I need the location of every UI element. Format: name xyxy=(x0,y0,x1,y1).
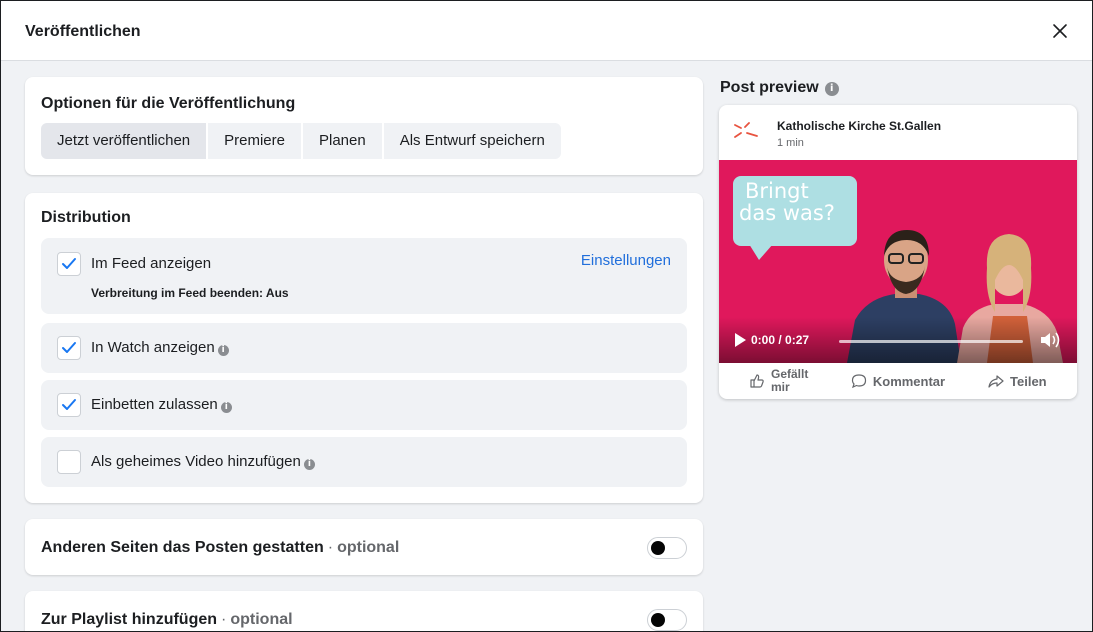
publish-options-card: Optionen für die Veröffentlichung Jetzt … xyxy=(25,77,703,175)
bubble-line-1: Bringt xyxy=(745,179,809,203)
watch-checkbox[interactable] xyxy=(57,336,81,360)
toggle-knob xyxy=(651,541,665,555)
separator-dot: · xyxy=(327,539,334,556)
playlist-card: Zur Playlist hinzufügen · optional xyxy=(25,591,703,631)
publish-dialog: Veröffentlichen Optionen für die Veröffe… xyxy=(0,0,1093,632)
video-time: 0:00 / 0:27 xyxy=(751,333,810,347)
embed-option: Einbetten zulassen i xyxy=(41,380,687,430)
page-name[interactable]: Katholische Kirche St.Gallen xyxy=(777,119,941,133)
like-icon xyxy=(750,374,764,388)
tab-save-draft[interactable]: Als Entwurf speichern xyxy=(383,123,561,159)
check-icon xyxy=(62,342,76,353)
distribution-card: Distribution Im Feed anzeigen Einstellun… xyxy=(25,193,703,503)
video-player[interactable]: Bringt das was? 0:00 / 0:27 xyxy=(719,160,1077,363)
close-button[interactable] xyxy=(1048,19,1072,43)
like-label-line-2: mir xyxy=(770,380,790,394)
page-logo xyxy=(734,122,758,138)
feed-label: Im Feed anzeigen xyxy=(91,255,212,272)
comment-button[interactable]: Kommentar xyxy=(838,363,957,399)
tab-publish-now[interactable]: Jetzt veröffentlichen xyxy=(41,123,207,159)
info-icon[interactable]: i xyxy=(303,459,315,470)
optional-label: optional xyxy=(337,539,400,556)
other-pages-title: Anderen Seiten das Posten gestatten xyxy=(41,539,324,556)
playlist-title-row: Zur Playlist hinzufügen · optional xyxy=(41,611,293,629)
secret-video-label: Als geheimes Video hinzufügen xyxy=(91,453,301,470)
playlist-title: Zur Playlist hinzufügen xyxy=(41,611,218,628)
comment-icon xyxy=(851,374,866,389)
info-icon[interactable]: i xyxy=(220,402,232,413)
secret-video-checkbox[interactable] xyxy=(57,450,81,474)
speech-bubble-tail xyxy=(749,244,773,260)
watch-option: In Watch anzeigen i xyxy=(41,323,687,373)
feed-settings-link[interactable]: Einstellungen xyxy=(581,252,671,269)
share-icon xyxy=(988,375,1004,388)
embed-label-row: Einbetten zulassen i xyxy=(91,396,232,413)
secret-video-option: Als geheimes Video hinzufügen i xyxy=(41,437,687,487)
video-progress-track[interactable] xyxy=(839,340,1023,343)
video-controls: 0:00 / 0:27 xyxy=(719,317,1077,363)
speech-bubble-text: Bringt das was? xyxy=(733,180,857,224)
play-icon[interactable] xyxy=(735,333,746,347)
feed-checkbox[interactable] xyxy=(57,252,81,276)
watch-label-row: In Watch anzeigen i xyxy=(91,339,229,356)
tab-premiere[interactable]: Premiere xyxy=(208,123,301,159)
post-preview-title-row: Post preview i xyxy=(720,79,839,97)
dialog-title: Veröffentlichen xyxy=(25,23,141,40)
separator-dot: · xyxy=(221,611,227,628)
publish-mode-tabs: Jetzt veröffentlichen Premiere Planen Al… xyxy=(41,123,561,159)
toggle-knob xyxy=(651,613,665,627)
optional-label: optional xyxy=(230,611,293,628)
playlist-toggle[interactable] xyxy=(647,609,687,631)
comment-label: Kommentar xyxy=(872,373,946,389)
distribution-title: Distribution xyxy=(41,209,131,226)
volume-icon[interactable] xyxy=(1039,330,1061,350)
post-preview-card: Katholische Kirche St.Gallen 1 min Bring… xyxy=(719,105,1077,399)
info-icon[interactable]: i xyxy=(217,345,229,356)
other-pages-title-row: Anderen Seiten das Posten gestatten · opti… xyxy=(41,539,399,557)
share-label: Teilen xyxy=(1010,373,1047,389)
dialog-header: Veröffentlichen xyxy=(1,1,1092,61)
like-button[interactable]: Gefällt mir xyxy=(719,363,838,399)
tab-schedule[interactable]: Planen xyxy=(303,123,382,159)
feed-option: Im Feed anzeigen Einstellungen Verbreitu… xyxy=(41,238,687,314)
close-icon xyxy=(1053,24,1067,38)
other-pages-card: Anderen Seiten das Posten gestatten · opti… xyxy=(25,519,703,575)
check-icon xyxy=(62,399,76,410)
check-icon xyxy=(62,258,76,269)
secret-video-label-row: Als geheimes Video hinzufügen i xyxy=(91,453,315,470)
like-label: Gefällt mir xyxy=(771,368,808,394)
post-time: 1 min xyxy=(777,137,804,149)
embed-label: Einbetten zulassen xyxy=(91,396,218,413)
post-preview-title: Post preview xyxy=(720,79,819,96)
publish-options-title: Optionen für die Veröffentlichung xyxy=(41,95,296,112)
share-button[interactable]: Teilen xyxy=(958,363,1077,399)
watch-label: In Watch anzeigen xyxy=(91,339,215,356)
post-actions: Gefällt mir Kommentar Teilen xyxy=(719,363,1077,399)
embed-checkbox[interactable] xyxy=(57,393,81,417)
feed-stop-distribution-text: Verbreitung im Feed beenden: Aus xyxy=(91,286,289,300)
other-pages-toggle[interactable] xyxy=(647,537,687,559)
info-icon[interactable]: i xyxy=(824,82,839,96)
